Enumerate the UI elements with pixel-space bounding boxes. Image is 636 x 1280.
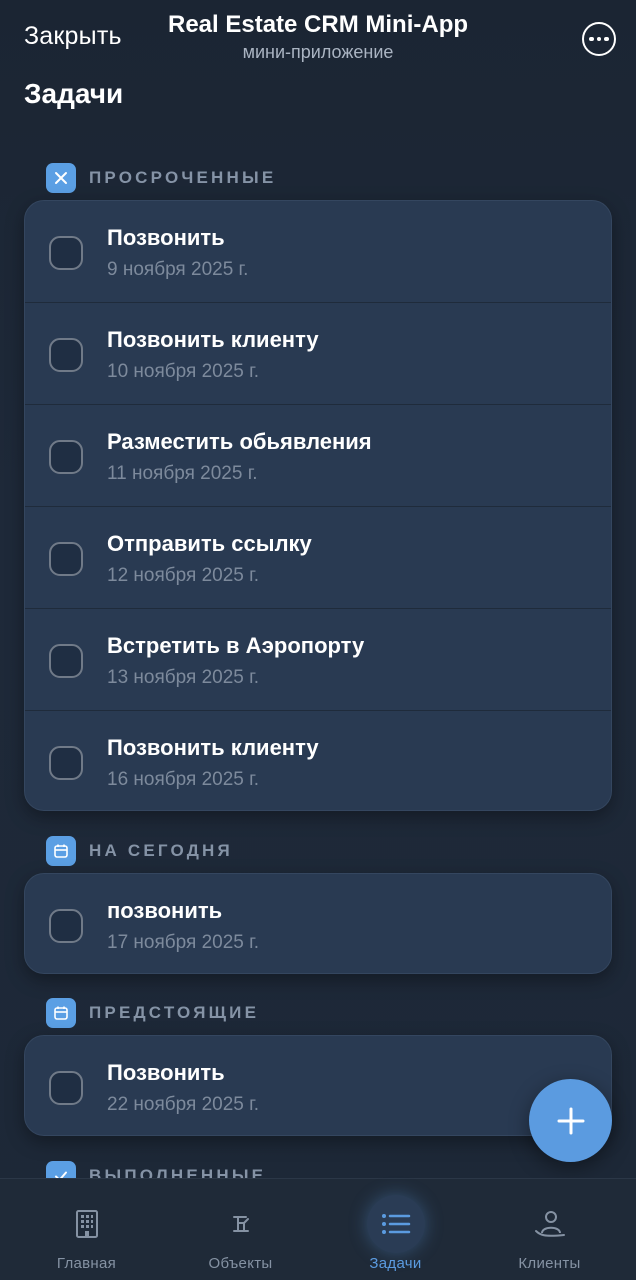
task-title: Позвонить [107, 1060, 225, 1085]
task-item[interactable]: Отправить ссылку 12 ноября 2025 г. [25, 507, 611, 609]
top-bar: Закрыть Real Estate CRM Mini-App мини-пр… [0, 0, 636, 76]
task-item[interactable]: Позвонить клиенту 16 ноября 2025 г. [25, 711, 611, 810]
section-header-overdue: ПРОСРОЧЕННЫЕ [46, 163, 276, 193]
task-item[interactable]: Разместить обьявления 11 ноября 2025 г. [25, 405, 611, 507]
list-icon [366, 1195, 425, 1253]
property-icon [212, 1195, 270, 1253]
task-checkbox[interactable] [49, 440, 83, 474]
client-icon [521, 1195, 579, 1253]
task-title: позвонить [107, 898, 223, 923]
task-date: 22 ноября 2025 г. [107, 1094, 259, 1115]
task-checkbox[interactable] [49, 1071, 83, 1105]
more-dot-icon [604, 36, 609, 42]
nav-item-clients[interactable]: Клиенты [470, 1179, 629, 1280]
task-date: 12 ноября 2025 г. [107, 565, 259, 586]
page-title: Задачи [24, 78, 124, 109]
add-task-button[interactable] [529, 1079, 612, 1162]
task-date: 10 ноября 2025 г. [107, 361, 259, 382]
task-title: Позвонить клиенту [107, 327, 319, 352]
task-checkbox[interactable] [49, 338, 83, 372]
section-label: НА СЕГОДНЯ [89, 841, 233, 860]
section-label: ПРОСРОЧЕННЫЕ [89, 168, 277, 187]
nav-item-properties[interactable]: Объекты [161, 1179, 320, 1280]
task-list-upcoming: Позвонить 22 ноября 2025 г. [24, 1035, 612, 1136]
task-title: Разместить обьявления [107, 429, 372, 454]
plus-icon [557, 1107, 584, 1134]
nav-label: Задачи [369, 1255, 422, 1272]
task-date: 16 ноября 2025 г. [107, 769, 259, 790]
x-icon [46, 163, 76, 193]
task-title: Встретить в Аэропорту [107, 633, 365, 658]
more-dot-icon [596, 36, 602, 42]
section-header-today: НА СЕГОДНЯ [46, 836, 233, 866]
section-label: ПРЕДСТОЯЩИЕ [89, 1003, 260, 1022]
task-item[interactable]: Позвонить 22 ноября 2025 г. [25, 1036, 611, 1135]
task-date: 13 ноября 2025 г. [107, 667, 259, 688]
calendar-icon [46, 836, 76, 866]
task-title: Позвонить клиенту [107, 735, 319, 760]
task-list-overdue: Позвонить 9 ноября 2025 г. Позвонить кли… [24, 200, 612, 811]
more-dot-icon [589, 36, 594, 42]
nav-label: Главная [56, 1255, 117, 1272]
more-options-button[interactable] [582, 22, 616, 56]
section-header-upcoming: ПРЕДСТОЯЩИЕ [46, 998, 259, 1028]
nav-label: Клиенты [518, 1255, 581, 1272]
task-title: Отправить ссылку [107, 531, 312, 556]
task-date: 9 ноября 2025 г. [107, 259, 249, 280]
task-item[interactable]: Позвонить клиенту 10 ноября 2025 г. [25, 303, 611, 405]
task-item[interactable]: Позвонить 9 ноября 2025 г. [25, 201, 611, 303]
nav-item-tasks[interactable]: Задачи [316, 1179, 475, 1280]
bottom-nav: Главная Объекты Задачи Клиенты [0, 1178, 636, 1280]
app-subtitle: мини-приложение [242, 42, 394, 62]
nav-label: Объекты [208, 1255, 273, 1272]
task-checkbox[interactable] [49, 746, 83, 780]
calendar-icon [46, 998, 76, 1028]
task-checkbox[interactable] [49, 542, 83, 576]
task-list-today: позвонить 17 ноября 2025 г. [24, 873, 612, 974]
nav-item-home[interactable]: Главная [7, 1179, 166, 1280]
task-title: Позвонить [107, 225, 225, 250]
task-date: 17 ноября 2025 г. [107, 932, 259, 953]
task-checkbox[interactable] [49, 236, 83, 270]
app-title: Real Estate CRM Mini-App [167, 11, 469, 38]
task-checkbox[interactable] [49, 909, 83, 943]
task-item[interactable]: позвонить 17 ноября 2025 г. [25, 874, 611, 973]
building-icon [58, 1195, 116, 1253]
app-screen: Закрыть Real Estate CRM Mini-App мини-пр… [0, 0, 636, 1280]
task-item[interactable]: Встретить в Аэропорту 13 ноября 2025 г. [25, 609, 611, 711]
task-date: 11 ноября 2025 г. [107, 463, 258, 484]
task-checkbox[interactable] [49, 644, 83, 678]
